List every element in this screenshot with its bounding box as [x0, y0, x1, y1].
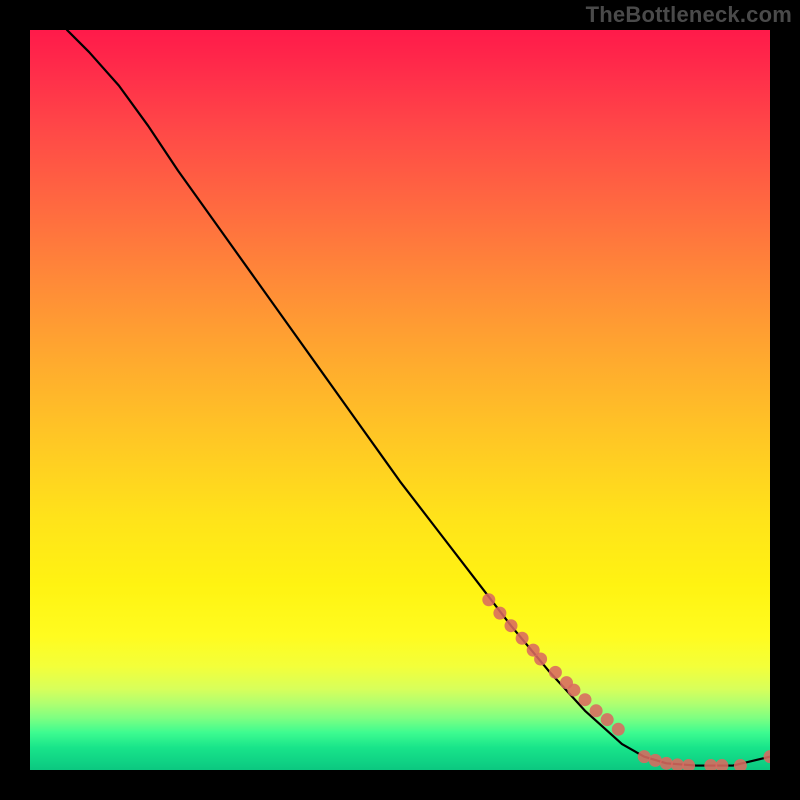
scatter-point	[660, 757, 673, 770]
chart-scatter-points	[482, 593, 770, 770]
chart-overlay-svg	[30, 30, 770, 770]
scatter-point	[638, 750, 651, 763]
watermark-text: TheBottleneck.com	[586, 2, 792, 28]
scatter-point	[704, 759, 717, 770]
scatter-point	[567, 684, 580, 697]
scatter-point	[601, 713, 614, 726]
scatter-point	[534, 653, 547, 666]
scatter-point	[715, 759, 728, 770]
scatter-point	[649, 754, 662, 767]
scatter-point	[671, 758, 684, 770]
scatter-point	[590, 704, 603, 717]
scatter-point	[482, 593, 495, 606]
scatter-point	[764, 750, 771, 763]
chart-curve-line	[67, 30, 770, 766]
scatter-point	[516, 632, 529, 645]
chart-plot-area	[30, 30, 770, 770]
scatter-point	[682, 759, 695, 770]
scatter-point	[734, 759, 747, 770]
scatter-point	[549, 666, 562, 679]
scatter-point	[493, 607, 506, 620]
scatter-point	[505, 619, 518, 632]
scatter-point	[612, 723, 625, 736]
scatter-point	[579, 693, 592, 706]
